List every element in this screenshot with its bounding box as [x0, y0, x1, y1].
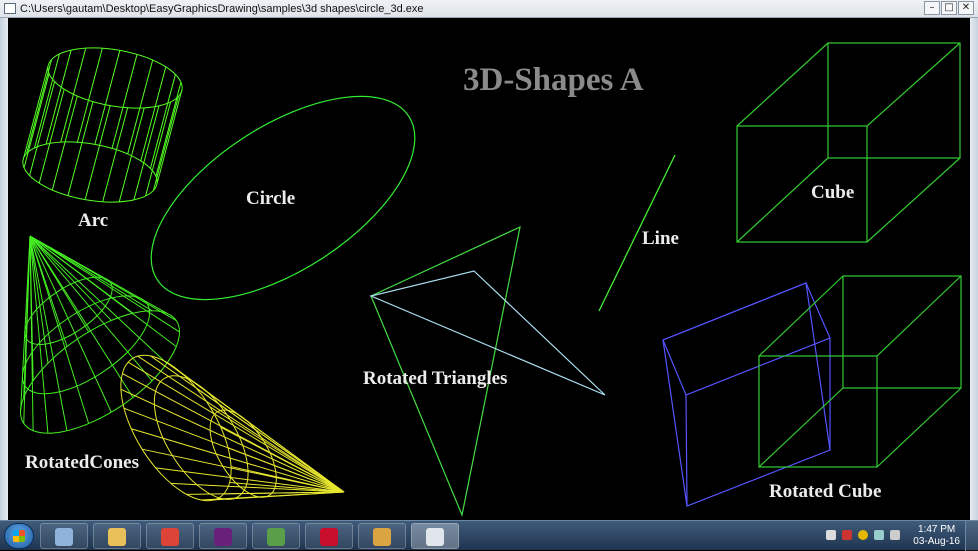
- taskbar-button-file-explorer[interactable]: [93, 523, 141, 549]
- clock-time: 1:47 PM: [918, 524, 956, 535]
- arc-label: Arc: [78, 210, 109, 231]
- circle-3d-app-icon: [426, 528, 444, 546]
- taskbar-button-network[interactable]: [252, 523, 300, 549]
- canvas-title: 3D-Shapes A: [463, 62, 644, 98]
- taskbar-button-chrome[interactable]: [146, 523, 194, 549]
- taskbar-clock[interactable]: 1:47 PM 03-Aug-16: [913, 524, 960, 548]
- taskbar-button-circle-3d-app[interactable]: [411, 523, 459, 549]
- circle-label: Circle: [246, 188, 296, 209]
- calculator-icon: [55, 528, 73, 546]
- cube-shape: [736, 42, 961, 243]
- rotated-cones-label: RotatedCones: [25, 452, 139, 473]
- visual-studio-icon: [214, 528, 232, 546]
- rotated-cube-green-shape: [758, 275, 962, 468]
- paint-icon: [373, 528, 391, 546]
- network-tray-icon[interactable]: [874, 530, 884, 540]
- adobe-reader-icon: [320, 528, 338, 546]
- start-button[interactable]: [4, 523, 34, 549]
- taskbar-button-adobe-reader[interactable]: [305, 523, 353, 549]
- clock-date: 03-Aug-16: [913, 536, 960, 547]
- taskbar: 1:47 PM 03-Aug-16: [0, 520, 978, 551]
- rotated-triangles-label: Rotated Triangles: [363, 368, 508, 389]
- notification-icon[interactable]: [858, 530, 868, 540]
- show-desktop-button[interactable]: [965, 521, 978, 551]
- rotated-cube-blue-shape: [662, 282, 831, 507]
- cube-label: Cube: [811, 182, 855, 203]
- show-hidden-icons-icon[interactable]: [826, 530, 836, 540]
- taskbar-button-visual-studio[interactable]: [199, 523, 247, 549]
- system-tray: 1:47 PM 03-Aug-16: [818, 521, 978, 551]
- line-label: Line: [642, 228, 679, 249]
- network-icon: [267, 528, 285, 546]
- windows-logo-icon: [13, 530, 25, 542]
- rotated-cone-green-shape: [20, 235, 180, 434]
- taskbar-button-paint[interactable]: [358, 523, 406, 549]
- arc-cylinder-shape: [22, 47, 183, 203]
- chrome-icon: [161, 528, 179, 546]
- file-explorer-icon: [108, 528, 126, 546]
- action-center-flag-icon[interactable]: [842, 530, 852, 540]
- rotated-cube-label: Rotated Cube: [769, 481, 882, 502]
- taskbar-button-calculator[interactable]: [40, 523, 88, 549]
- rotated-cone-yellow-shape: [120, 354, 345, 502]
- volume-icon[interactable]: [890, 530, 900, 540]
